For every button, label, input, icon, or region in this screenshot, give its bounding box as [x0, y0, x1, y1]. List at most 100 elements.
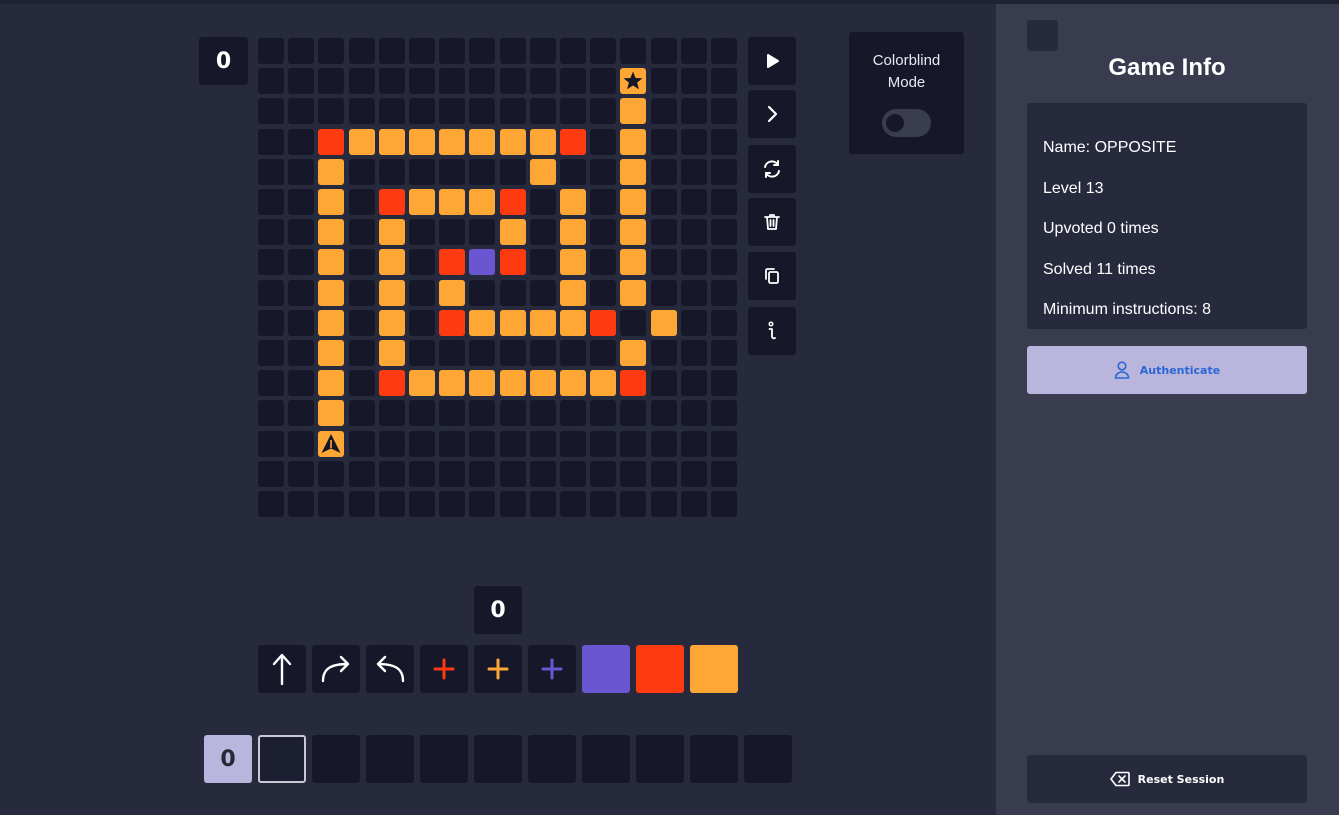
board-cell	[469, 219, 495, 245]
board-cell	[258, 129, 284, 155]
paint-red-tool[interactable]	[420, 645, 468, 693]
board-cell	[651, 219, 677, 245]
board-cell	[318, 340, 344, 366]
board-cell	[681, 431, 707, 457]
board-cell	[530, 189, 556, 215]
board-cell	[530, 280, 556, 306]
board-cell	[409, 400, 435, 426]
board-cell	[439, 340, 465, 366]
board-cell	[409, 461, 435, 487]
menu-square-button[interactable]	[1027, 20, 1058, 51]
board-cell	[681, 370, 707, 396]
step-button[interactable]	[748, 90, 796, 138]
board-cell	[590, 189, 616, 215]
board-cell	[379, 431, 405, 457]
program-slot[interactable]	[420, 735, 468, 783]
cond-purple-tool[interactable]	[582, 645, 630, 693]
program-slot[interactable]	[528, 735, 576, 783]
turn-left-tool[interactable]	[366, 645, 414, 693]
board-cell	[651, 310, 677, 336]
authenticate-button[interactable]: Authenticate	[1027, 346, 1307, 394]
board-cell	[620, 38, 646, 64]
board-cell	[530, 249, 556, 275]
board-cell	[409, 431, 435, 457]
board-cell	[469, 68, 495, 94]
program-slot[interactable]	[690, 735, 738, 783]
cond-orange-tool[interactable]	[690, 645, 738, 693]
trash-icon	[764, 214, 780, 230]
board-cell	[620, 129, 646, 155]
board-cell	[500, 129, 526, 155]
forward-tool[interactable]	[258, 645, 306, 693]
board-cell	[439, 431, 465, 457]
board-cell	[469, 159, 495, 185]
board-cell	[651, 431, 677, 457]
step-counter: 0	[199, 37, 248, 85]
board-cell	[560, 249, 586, 275]
program-slot[interactable]	[258, 735, 306, 783]
board-cell	[469, 431, 495, 457]
program-slot[interactable]	[474, 735, 522, 783]
board-cell	[409, 68, 435, 94]
board-cell	[681, 340, 707, 366]
board-cell	[288, 431, 314, 457]
paint-orange-tool[interactable]	[474, 645, 522, 693]
board-cell	[349, 310, 375, 336]
board-cell	[681, 280, 707, 306]
board-cell	[288, 280, 314, 306]
turn-right-tool[interactable]	[312, 645, 360, 693]
board-cell	[651, 340, 677, 366]
play-button[interactable]	[748, 37, 796, 85]
program-slot[interactable]	[366, 735, 414, 783]
colorblind-toggle[interactable]	[882, 109, 931, 137]
paint-purple-tool[interactable]	[528, 645, 576, 693]
cond-red-tool[interactable]	[636, 645, 684, 693]
board-cell	[651, 461, 677, 487]
board-cell	[288, 461, 314, 487]
board-cell	[711, 98, 737, 124]
board-cell	[590, 159, 616, 185]
play-icon	[767, 54, 779, 68]
copy-button[interactable]	[748, 252, 796, 300]
program-slot[interactable]	[312, 735, 360, 783]
board-cell	[651, 249, 677, 275]
board-cell	[500, 370, 526, 396]
board-cell	[530, 68, 556, 94]
board-cell	[560, 370, 586, 396]
program-slot[interactable]	[582, 735, 630, 783]
board-cell	[409, 370, 435, 396]
board-cell	[318, 491, 344, 517]
turn-right-icon	[321, 655, 350, 683]
backspace-icon	[1109, 771, 1130, 787]
board-cell	[379, 159, 405, 185]
program-slot[interactable]	[744, 735, 792, 783]
board-cell	[258, 219, 284, 245]
board-cell	[288, 491, 314, 517]
info-button[interactable]	[748, 307, 796, 355]
board-cell	[560, 219, 586, 245]
solved-count: Solved 11 times	[1043, 261, 1156, 278]
board-cell	[651, 38, 677, 64]
program-slot[interactable]	[636, 735, 684, 783]
board-cell	[681, 159, 707, 185]
board-cell	[620, 189, 646, 215]
board-cell	[288, 98, 314, 124]
board-cell	[349, 68, 375, 94]
board-cell	[711, 249, 737, 275]
board-cell	[439, 68, 465, 94]
delete-button[interactable]	[748, 198, 796, 246]
board-cell	[681, 189, 707, 215]
board-cell	[349, 370, 375, 396]
board-cell	[560, 340, 586, 366]
board-cell	[349, 431, 375, 457]
board-cell	[439, 159, 465, 185]
board-cell	[379, 129, 405, 155]
board-cell	[590, 68, 616, 94]
reset-board-button[interactable]	[748, 145, 796, 193]
board-cell	[530, 491, 556, 517]
board-cell	[379, 249, 405, 275]
board-cell	[530, 340, 556, 366]
board-cell	[530, 461, 556, 487]
reset-session-button[interactable]: Reset Session	[1027, 755, 1307, 803]
board-cell	[379, 98, 405, 124]
